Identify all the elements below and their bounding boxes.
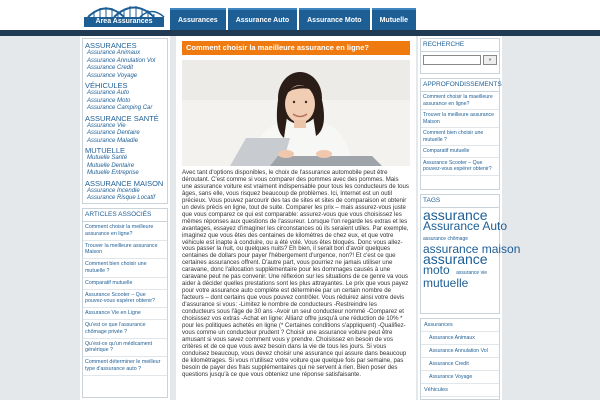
related-article-link[interactable]: Comment choisir la meilleure assurance e… [83, 222, 167, 241]
related-article-link[interactable]: Qu'est-ce qu'un médicament générique ? [83, 339, 167, 358]
hero-image [182, 60, 410, 166]
approfondissements-list: Comment choisir la maeilleure assurance … [421, 92, 499, 176]
nav-item-0[interactable]: Assurances [170, 8, 226, 30]
approfondissements-title: APPROFONDISSEMENTS [421, 79, 502, 92]
right-sidebar: RECHERCHE » APPROFONDISSEMENTS Comment c… [418, 36, 520, 400]
category-heading[interactable]: MUTUELLE [85, 146, 165, 155]
approfondissement-link[interactable]: Assurance Scooter – Que pouvez-vous espé… [421, 158, 499, 176]
category-link[interactable]: Assurance Incendie [85, 188, 165, 196]
related-articles-list: Comment choisir la meilleure assurance e… [83, 222, 167, 376]
category-link[interactable]: Assurance Camping Car [85, 105, 165, 113]
category-list-item[interactable]: Assurance Credit [421, 358, 499, 371]
search-row: » [421, 52, 499, 68]
related-articles-box: ARTICLES ASSOCIÉS Comment choisir la mei… [82, 208, 168, 398]
category-link[interactable]: Mutuelle Entreprise [85, 170, 165, 178]
category-link[interactable]: Assurance Moto [85, 98, 165, 106]
bridge-logo-icon [87, 6, 165, 18]
post-body: Avec tant d'options disponibles, le choi… [182, 169, 409, 378]
tag-link[interactable]: moto [423, 263, 450, 277]
tag-cloud: assurance Assurance Auto assurance chôma… [421, 208, 520, 290]
approfondissement-link[interactable]: Comment bien choisir une mutuelle ? [421, 128, 499, 146]
approfondissements-box: APPROFONDISSEMENTS Comment choisir la ma… [420, 78, 502, 190]
related-article-link[interactable]: Assurance Vie en Ligne [83, 308, 167, 320]
search-input[interactable] [423, 55, 481, 65]
related-article-link[interactable]: Assurance Scooter – Que pouvez-vous espé… [83, 290, 167, 309]
related-article-link[interactable]: Trouver la meilleure assurance Maison [83, 241, 167, 260]
logo-text: Area Assurances [84, 17, 164, 27]
category-list-item[interactable]: Assurance Voyage [421, 371, 499, 384]
nav-item-2[interactable]: Assurance Moto [299, 8, 370, 30]
related-articles-title: ARTICLES ASSOCIÉS [83, 209, 167, 222]
category-list-head[interactable]: Assurances [421, 319, 499, 332]
related-article-link[interactable]: Comparatif mutuelle [83, 278, 167, 290]
main-nav: Assurances Assurance Auto Assurance Moto Mu… [170, 8, 418, 30]
category-list-head-vehicules[interactable]: Véhicules [421, 384, 499, 397]
category-link[interactable]: Assurance Auto [85, 90, 165, 98]
approfondissement-link[interactable]: Trouver la meilleure assurance Maison [421, 110, 499, 128]
category-link[interactable]: Assurance Risque Locatif [85, 195, 165, 203]
category-link[interactable]: Assurance Vie [85, 123, 165, 131]
search-title: RECHERCHE [421, 39, 499, 52]
main-content: Comment choisir la maeilleure assurance … [176, 36, 416, 400]
tags-box: TAGS assurance Assurance Auto assurance … [420, 194, 520, 314]
approfondissement-link[interactable]: Comment choisir la maeilleure assurance … [421, 92, 499, 110]
nav-item-1[interactable]: Assurance Auto [227, 8, 298, 30]
category-list-item[interactable]: Assurance Animaux [421, 332, 499, 345]
category-box: ASSURANCES Assurance Animaux Assurance Ann… [82, 38, 168, 204]
category-link[interactable]: Assurance Credit [85, 65, 165, 73]
category-heading[interactable]: ASSURANCE MAISON [85, 179, 165, 188]
post-title[interactable]: Comment choisir la maeilleure assurance … [182, 41, 410, 55]
category-heading[interactable]: VÉHICULES [85, 81, 165, 90]
woman-at-laptop-image [182, 60, 410, 166]
approfondissement-link[interactable]: Comparatif mutuelle [421, 146, 499, 158]
related-article-link[interactable]: Comment bien choisir une mutuelle ? [83, 259, 167, 278]
category-list-item[interactable]: Assurance Annulation Vol [421, 345, 499, 358]
tag-link[interactable]: mutuelle [423, 276, 468, 290]
search-button[interactable]: » [483, 55, 497, 65]
category-link[interactable]: Assurance Dentaire [85, 130, 165, 138]
category-heading[interactable]: ASSURANCE SANTÉ [85, 114, 165, 123]
site-logo[interactable]: Area Assurances [84, 2, 174, 28]
category-link[interactable]: Assurance Voyage [85, 73, 165, 81]
search-box: RECHERCHE » [420, 38, 500, 74]
top-bar: Area Assurances Assurances Assurance Auto… [0, 0, 600, 30]
category-heading[interactable]: ASSURANCES [85, 41, 165, 50]
category-link[interactable]: Assurance Animaux [85, 50, 165, 58]
nav-item-3[interactable]: Mutuelle [371, 8, 416, 30]
related-article-link[interactable]: Qu'est ce que l'assurance chômage privée… [83, 320, 167, 339]
category-list-box: Assurances Assurance Animaux Assurance An… [420, 318, 500, 400]
category-link[interactable]: Assurance Maladie [85, 138, 165, 146]
category-link[interactable]: Assurance Annulation Vol [85, 58, 165, 66]
left-sidebar: ASSURANCES Assurance Animaux Assurance Ann… [80, 36, 170, 400]
related-article-link[interactable]: Comment déterminer le meilleur type d'as… [83, 357, 167, 376]
category-link[interactable]: Mutuelle Dentaire [85, 163, 165, 171]
tag-link[interactable]: Assurance Auto [423, 219, 507, 233]
category-list: Assurance Animaux Assurance Annulation Vo… [421, 332, 499, 384]
category-link[interactable]: Mutuelle Santé [85, 155, 165, 163]
